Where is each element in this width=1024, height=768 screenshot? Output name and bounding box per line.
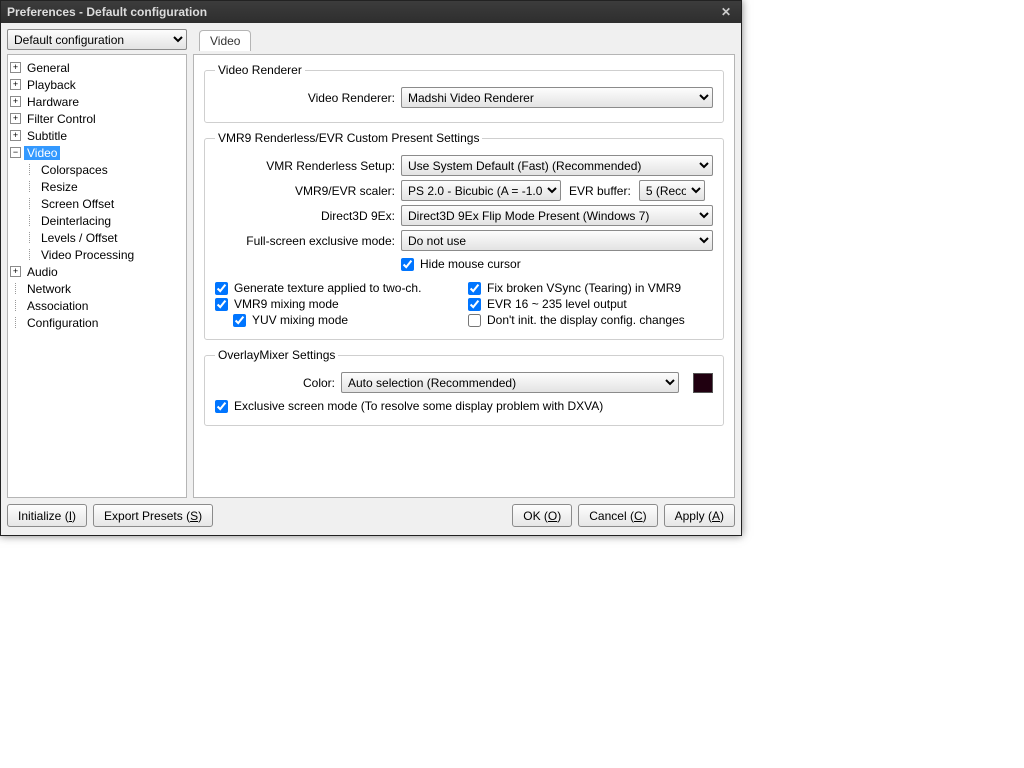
plus-icon[interactable]: + bbox=[10, 113, 21, 124]
export-presets-button[interactable]: Export Presets (S) bbox=[93, 504, 213, 527]
settings-panel: Video Renderer Video Renderer: Madshi Vi… bbox=[193, 54, 735, 498]
chk-fix-vsync[interactable] bbox=[468, 282, 481, 295]
plus-icon[interactable]: + bbox=[10, 62, 21, 73]
tree-item-colorspaces[interactable]: Colorspaces bbox=[38, 163, 111, 177]
tree-item-audio[interactable]: Audio bbox=[24, 265, 61, 279]
select-evr-buffer[interactable]: 5 (Reco bbox=[639, 180, 705, 201]
select-fs-exclusive[interactable]: Do not use bbox=[401, 230, 713, 251]
tree-branch-icon bbox=[10, 317, 21, 328]
category-tree[interactable]: +General +Playback +Hardware +Filter Con… bbox=[7, 54, 187, 498]
window-title: Preferences - Default configuration bbox=[7, 5, 717, 19]
select-d3d9ex[interactable]: Direct3D 9Ex Flip Mode Present (Windows … bbox=[401, 205, 713, 226]
select-video-renderer[interactable]: Madshi Video Renderer bbox=[401, 87, 713, 108]
close-icon[interactable]: ✕ bbox=[717, 5, 735, 19]
tree-item-general[interactable]: General bbox=[24, 61, 73, 75]
plus-icon[interactable]: + bbox=[10, 96, 21, 107]
tree-item-hardware[interactable]: Hardware bbox=[24, 95, 82, 109]
footer: Initialize (I) Export Presets (S) OK (O)… bbox=[7, 498, 735, 529]
group-legend: VMR9 Renderless/EVR Custom Present Setti… bbox=[215, 131, 482, 145]
label-hide-cursor: Hide mouse cursor bbox=[420, 257, 521, 271]
chk-mixing-mode[interactable] bbox=[215, 298, 228, 311]
label-mixing-mode: VMR9 mixing mode bbox=[234, 297, 339, 311]
chk-gen-texture[interactable] bbox=[215, 282, 228, 295]
select-vmr-scaler[interactable]: PS 2.0 - Bicubic (A = -1.0) bbox=[401, 180, 561, 201]
select-overlay-color[interactable]: Auto selection (Recommended) bbox=[341, 372, 679, 393]
label-evr-level: EVR 16 ~ 235 level output bbox=[487, 297, 627, 311]
minus-icon[interactable]: − bbox=[10, 147, 21, 158]
tree-item-resize[interactable]: Resize bbox=[38, 180, 81, 194]
tree-item-video-processing[interactable]: Video Processing bbox=[38, 248, 137, 262]
tree-branch-icon bbox=[24, 198, 35, 209]
tree-item-network[interactable]: Network bbox=[24, 282, 74, 296]
tree-branch-icon bbox=[10, 283, 21, 294]
tree-branch-icon bbox=[24, 249, 35, 260]
preferences-window: Preferences - Default configuration ✕ De… bbox=[0, 0, 742, 536]
tabstrip: Video bbox=[199, 29, 251, 50]
group-overlay-mixer: OverlayMixer Settings Color: Auto select… bbox=[204, 348, 724, 426]
select-vmr-setup[interactable]: Use System Default (Fast) (Recommended) bbox=[401, 155, 713, 176]
cancel-button[interactable]: Cancel (C) bbox=[578, 504, 657, 527]
chk-dont-init[interactable] bbox=[468, 314, 481, 327]
tree-item-configuration[interactable]: Configuration bbox=[24, 316, 101, 330]
titlebar: Preferences - Default configuration ✕ bbox=[1, 1, 741, 23]
label-dont-init: Don't init. the display config. changes bbox=[487, 313, 685, 327]
plus-icon[interactable]: + bbox=[10, 266, 21, 277]
tree-item-video[interactable]: Video bbox=[24, 146, 60, 160]
tree-branch-icon bbox=[24, 215, 35, 226]
group-vmr9: VMR9 Renderless/EVR Custom Present Setti… bbox=[204, 131, 724, 340]
plus-icon[interactable]: + bbox=[10, 130, 21, 141]
tree-item-playback[interactable]: Playback bbox=[24, 78, 79, 92]
tree-item-screen-offset[interactable]: Screen Offset bbox=[38, 197, 117, 211]
tree-branch-icon bbox=[10, 300, 21, 311]
label-fix-vsync: Fix broken VSync (Tearing) in VMR9 bbox=[487, 281, 681, 295]
preset-select[interactable]: Default configuration bbox=[7, 29, 187, 50]
label-overlay-color: Color: bbox=[215, 376, 341, 390]
tree-branch-icon bbox=[24, 232, 35, 243]
chk-hide-cursor[interactable] bbox=[401, 258, 414, 271]
tree-item-filter-control[interactable]: Filter Control bbox=[24, 112, 99, 126]
group-video-renderer: Video Renderer Video Renderer: Madshi Vi… bbox=[204, 63, 724, 123]
label-d3d9ex: Direct3D 9Ex: bbox=[215, 209, 401, 223]
tree-branch-icon bbox=[24, 164, 35, 175]
chk-exclusive-screen[interactable] bbox=[215, 400, 228, 413]
label-vmr-setup: VMR Renderless Setup: bbox=[215, 159, 401, 173]
label-yuv-mixing: YUV mixing mode bbox=[252, 313, 348, 327]
group-legend: Video Renderer bbox=[215, 63, 305, 77]
initialize-button[interactable]: Initialize (I) bbox=[7, 504, 87, 527]
tree-item-association[interactable]: Association bbox=[24, 299, 91, 313]
label-gen-texture: Generate texture applied to two-ch. bbox=[234, 281, 421, 295]
color-swatch[interactable] bbox=[693, 373, 713, 393]
label-video-renderer: Video Renderer: bbox=[215, 91, 401, 105]
label-fs-exclusive: Full-screen exclusive mode: bbox=[215, 234, 401, 248]
label-evr-buffer: EVR buffer: bbox=[569, 184, 631, 198]
tab-video[interactable]: Video bbox=[199, 30, 251, 51]
label-exclusive-screen: Exclusive screen mode (To resolve some d… bbox=[234, 399, 603, 413]
apply-button[interactable]: Apply (A) bbox=[664, 504, 735, 527]
tree-item-subtitle[interactable]: Subtitle bbox=[24, 129, 70, 143]
label-vmr-scaler: VMR9/EVR scaler: bbox=[215, 184, 401, 198]
plus-icon[interactable]: + bbox=[10, 79, 21, 90]
chk-yuv-mixing[interactable] bbox=[233, 314, 246, 327]
tree-item-deinterlacing[interactable]: Deinterlacing bbox=[38, 214, 114, 228]
chk-evr-level[interactable] bbox=[468, 298, 481, 311]
tree-item-levels-offset[interactable]: Levels / Offset bbox=[38, 231, 120, 245]
ok-button[interactable]: OK (O) bbox=[512, 504, 572, 527]
tree-branch-icon bbox=[24, 181, 35, 192]
group-legend: OverlayMixer Settings bbox=[215, 348, 338, 362]
